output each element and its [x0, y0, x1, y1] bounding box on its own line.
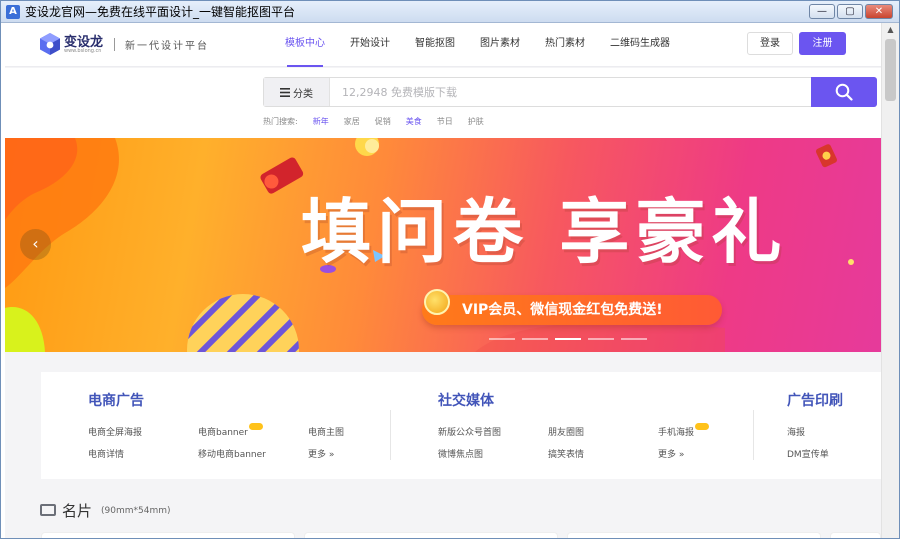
search-icon — [835, 83, 853, 101]
category-panel: 电商广告 电商全屏海报 电商banner 电商主图 电商详情 移动电商banne… — [41, 372, 881, 479]
coin-icon — [424, 289, 450, 315]
category-social-media: 社交媒体 新版公众号首图 朋友圈图 手机海报 微博焦点图 搞笑表情 更多 » — [391, 372, 751, 479]
site-header: 变设龙 www.bslong.cn 新一代设计平台 模板中心 开始设计 智能抠图… — [5, 23, 881, 67]
category-link-label: 手机海报 — [658, 428, 695, 438]
section-title: 名片 — [62, 502, 93, 520]
nav-image-assets[interactable]: 图片素材 — [480, 23, 520, 67]
category-print-ads: 广告印刷 海报 DM宣传单 — [754, 372, 881, 479]
hot-tag-home[interactable]: 家居 — [344, 116, 360, 127]
category-link[interactable]: 手机海报 — [658, 423, 710, 438]
business-card-icon — [40, 504, 56, 516]
vertical-scrollbar[interactable]: ▲ — [881, 23, 899, 538]
hot-searches: 热门搜索: 新年 家居 促销 美食 节日 护肤 — [263, 116, 484, 127]
category-link[interactable]: 电商全屏海报 — [88, 425, 142, 438]
nav-qrcode-generator[interactable]: 二维码生成器 — [610, 23, 670, 67]
nav-smart-cutout[interactable]: 智能抠图 — [415, 23, 455, 67]
category-title[interactable]: 广告印刷 — [787, 390, 843, 410]
login-button[interactable]: 登录 — [747, 32, 793, 55]
carousel-dots — [489, 338, 647, 340]
banner-headline: 填问卷 享豪礼 — [301, 191, 788, 273]
close-button[interactable]: ✕ — [865, 4, 893, 19]
category-title[interactable]: 社交媒体 — [438, 390, 494, 410]
main-nav: 模板中心 开始设计 智能抠图 图片素材 热门素材 二维码生成器 — [285, 23, 695, 67]
carousel-dot[interactable] — [588, 338, 614, 340]
hot-search-label: 热门搜索: — [263, 117, 298, 126]
nav-hot-assets[interactable]: 热门素材 — [545, 23, 585, 67]
scroll-thumb[interactable] — [885, 39, 896, 101]
hot-tag-promotion[interactable]: 促销 — [375, 116, 391, 127]
template-card[interactable] — [830, 532, 881, 538]
browser-window: A 变设龙官网—免费在线平面设计_一键智能抠图平台 — ▢ ✕ 变设龙 www.… — [0, 0, 900, 539]
window-title: 变设龙官网—免费在线平面设计_一键智能抠图平台 — [25, 5, 296, 19]
category-label: 分类 — [293, 88, 313, 100]
category-link[interactable]: 电商详情 — [88, 447, 124, 460]
hot-tag-food[interactable]: 美食 — [406, 116, 422, 127]
template-card[interactable] — [304, 532, 558, 538]
hot-tag-new-year[interactable]: 新年 — [313, 116, 329, 127]
promo-banner[interactable]: 填问卷 享豪礼 VIP会员、微信现金红包免费送! ‹ — [5, 138, 881, 352]
category-more-link[interactable]: 更多 » — [308, 447, 334, 460]
carousel-dot-active[interactable] — [555, 338, 581, 340]
search-box: 分类 — [263, 77, 877, 107]
nav-start-design[interactable]: 开始设计 — [350, 23, 390, 67]
page-content: 变设龙 www.bslong.cn 新一代设计平台 模板中心 开始设计 智能抠图… — [5, 23, 881, 538]
slogan-divider — [114, 38, 115, 51]
template-card[interactable] — [567, 532, 821, 538]
section-subtitle: (90mm*54mm) — [101, 506, 171, 516]
search-band: 分类 热门搜索: 新年 家居 促销 美食 节日 护肤 — [5, 68, 881, 138]
category-link[interactable]: 新版公众号首图 — [438, 425, 501, 438]
scroll-up-icon[interactable]: ▲ — [882, 23, 899, 37]
category-link[interactable]: DM宣传单 — [787, 447, 829, 460]
category-ecommerce: 电商广告 电商全屏海报 电商banner 电商主图 电商详情 移动电商banne… — [41, 372, 361, 479]
category-link[interactable]: 微博焦点图 — [438, 447, 483, 460]
site-logo[interactable]: 变设龙 www.bslong.cn — [39, 29, 103, 59]
title-bar: A 变设龙官网—免费在线平面设计_一键智能抠图平台 — ▢ ✕ — [1, 1, 899, 23]
slogan: 新一代设计平台 — [125, 41, 209, 52]
menu-icon — [280, 87, 290, 97]
template-card[interactable] — [41, 532, 295, 538]
category-link[interactable]: 朋友圈图 — [548, 425, 584, 438]
logo-cube-icon — [40, 33, 60, 55]
nav-template-center[interactable]: 模板中心 — [285, 23, 325, 67]
category-dropdown[interactable]: 分类 — [264, 78, 330, 106]
category-link[interactable]: 移动电商banner — [198, 447, 266, 460]
banner-promo-text: VIP会员、微信现金红包免费送! — [462, 302, 663, 318]
hot-tag-holiday[interactable]: 节日 — [437, 116, 453, 127]
hot-badge — [695, 423, 710, 430]
maximize-button[interactable]: ▢ — [837, 4, 863, 19]
search-button[interactable] — [811, 77, 877, 107]
minimize-button[interactable]: — — [809, 4, 835, 19]
app-icon: A — [6, 4, 20, 19]
category-link[interactable]: 电商主图 — [308, 425, 344, 438]
window-controls: — ▢ ✕ — [809, 4, 893, 19]
category-link[interactable]: 电商banner — [198, 423, 263, 438]
carousel-dot[interactable] — [621, 338, 647, 340]
category-more-link[interactable]: 更多 » — [658, 447, 684, 460]
search-input[interactable] — [334, 78, 804, 106]
hot-badge — [248, 423, 263, 430]
banner-promo-pill[interactable]: VIP会员、微信现金红包免费送! — [422, 289, 722, 325]
logo-url: www.bslong.cn — [64, 48, 102, 54]
carousel-prev-button[interactable]: ‹ — [20, 229, 51, 260]
category-link[interactable]: 搞笑表情 — [548, 447, 584, 460]
register-button[interactable]: 注册 — [799, 32, 846, 55]
category-link[interactable]: 海报 — [787, 425, 805, 438]
carousel-dot[interactable] — [522, 338, 548, 340]
carousel-dot[interactable] — [489, 338, 515, 340]
category-title[interactable]: 电商广告 — [88, 390, 144, 410]
category-link-label: 电商banner — [198, 428, 248, 438]
hot-tag-skincare[interactable]: 护肤 — [468, 116, 484, 127]
